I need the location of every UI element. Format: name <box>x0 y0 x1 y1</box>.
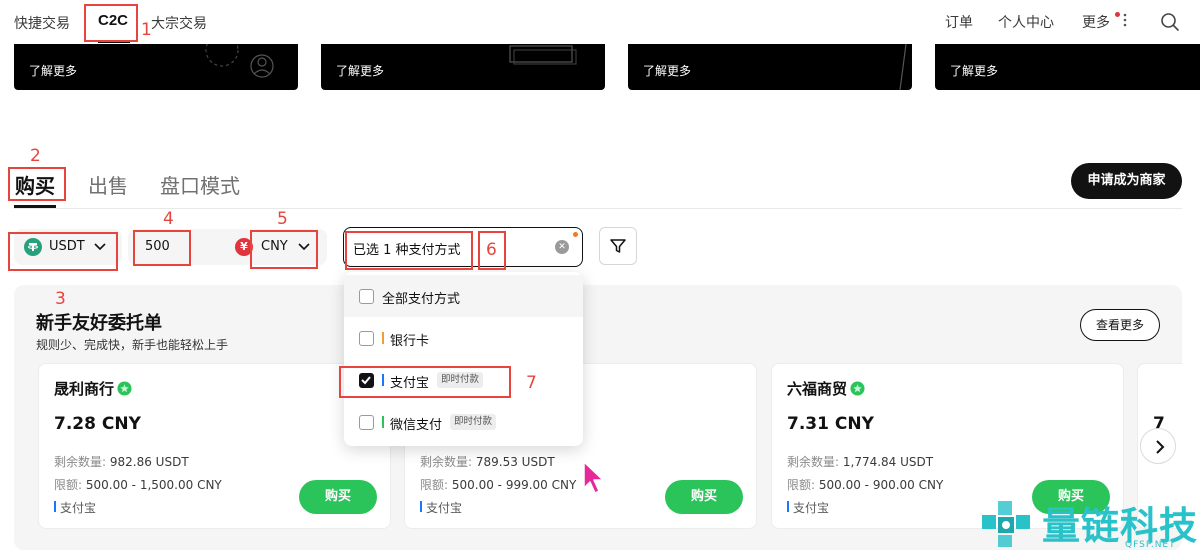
annotation-number: 2 <box>30 146 41 166</box>
annotation-number: 6 <box>486 240 497 260</box>
banner-learn-more[interactable]: 了解更多 <box>336 62 384 79</box>
decoration-icon <box>1157 44 1200 90</box>
annotation-box <box>84 4 138 42</box>
limit-label: 限额: <box>420 478 449 492</box>
qty-value: 982.86 USDT <box>109 455 189 469</box>
mouse-cursor-icon <box>583 461 604 494</box>
become-merchant-button[interactable]: 申请成为商家 <box>1071 163 1182 199</box>
carousel-next-button[interactable] <box>1140 428 1176 464</box>
method-color-bar <box>382 332 384 344</box>
annotation-box <box>250 230 318 269</box>
kebab-icon[interactable] <box>1123 12 1127 28</box>
annotation-box <box>133 230 191 266</box>
merchant-name[interactable]: 晟利商行 <box>54 378 132 399</box>
annotation-number: 3 <box>55 289 66 309</box>
remaining-qty: 剩余数量: 982.86 USDT <box>54 453 189 470</box>
verified-badge-icon <box>117 381 132 396</box>
filter-icon <box>610 239 626 253</box>
annotation-number: 7 <box>526 373 537 393</box>
limit: 限额: 500.00 - 1,500.00 CNY <box>54 476 222 493</box>
banner-learn-more[interactable]: 了解更多 <box>643 62 691 79</box>
qty-value: 1,774.84 USDT <box>842 455 934 469</box>
tab-orderbook-mode[interactable]: 盘口模式 <box>160 170 240 199</box>
qty-label: 剩余数量: <box>787 455 840 469</box>
qty-label: 剩余数量: <box>420 455 473 469</box>
screen-icon <box>509 45 577 65</box>
annotation-box <box>8 167 66 201</box>
option-label: 微信支付 <box>390 418 443 433</box>
decoration-icon <box>899 44 907 90</box>
nav-block-trade[interactable]: 大宗交易 <box>151 13 207 33</box>
verified-badge-icon <box>850 381 865 396</box>
price: 7.28 CNY <box>54 414 141 434</box>
search-icon[interactable] <box>1160 12 1180 32</box>
filter-button[interactable] <box>599 227 637 265</box>
annotation-number: 4 <box>163 209 174 229</box>
top-navigation: 快捷交易 C2C 大宗交易 订单 个人中心 更多 <box>0 0 1200 44</box>
checkbox[interactable] <box>359 289 374 304</box>
annotation-number: 1 <box>141 20 152 40</box>
buy-button[interactable]: 购买 <box>665 480 743 514</box>
clear-icon[interactable]: ✕ <box>555 240 569 254</box>
payment-method-dropdown: 全部支付方式 银行卡 支付宝 即时付款 微信支付 即时付款 <box>344 272 583 446</box>
limit: 限额: 500.00 - 999.00 CNY <box>420 476 576 493</box>
payment-option-all[interactable]: 全部支付方式 <box>344 275 583 317</box>
nav-personal-center[interactable]: 个人中心 <box>998 12 1054 32</box>
limit-value: 500.00 - 900.00 CNY <box>818 478 944 492</box>
banner-learn-more[interactable]: 了解更多 <box>29 62 77 79</box>
limit-value: 500.00 - 1,500.00 CNY <box>85 478 222 492</box>
limit-value: 500.00 - 999.00 CNY <box>451 478 577 492</box>
nav-more[interactable]: 更多 <box>1082 12 1110 32</box>
limit: 限额: 500.00 - 900.00 CNY <box>787 476 943 493</box>
watermark-subtext: QFSP.NET <box>1125 540 1176 550</box>
option-label: 银行卡 <box>390 334 430 349</box>
banner-card[interactable]: 了解更多 <box>628 44 912 90</box>
instant-pay-tag: 即时付款 <box>450 414 497 430</box>
merchant-name[interactable]: 六福商贸 <box>787 378 865 399</box>
chevron-right-icon <box>1156 440 1165 454</box>
gear-icon <box>205 44 274 78</box>
limit-label: 限额: <box>54 478 83 492</box>
qty-value: 789.53 USDT <box>475 455 555 469</box>
price: 7.31 CNY <box>787 414 874 434</box>
watermark-logo-icon <box>982 501 1030 547</box>
payment-method-label: 支付宝 <box>54 499 96 516</box>
qty-label: 剩余数量: <box>54 455 107 469</box>
indicator-dot <box>573 232 578 237</box>
payment-option-bank-card[interactable]: 银行卡 <box>344 317 583 359</box>
annotation-box <box>339 366 511 398</box>
annotation-number: 5 <box>277 209 288 229</box>
nav-quick-trade[interactable]: 快捷交易 <box>14 13 70 33</box>
section-subtitle: 规则少、完成快，新手也能轻松上手 <box>36 338 229 352</box>
merchant-name-text: 六福商贸 <box>787 380 848 398</box>
remaining-qty: 剩余数量: 789.53 USDT <box>420 453 555 470</box>
view-more-button[interactable]: 查看更多 <box>1080 309 1160 341</box>
checkbox[interactable] <box>359 415 374 430</box>
option-label: 全部支付方式 <box>382 292 461 307</box>
remaining-qty: 剩余数量: 1,774.84 USDT <box>787 453 933 470</box>
banner-card[interactable]: 了解更多 <box>321 44 605 90</box>
tab-sell[interactable]: 出售 <box>88 170 128 199</box>
payment-method-label: 支付宝 <box>420 499 462 516</box>
notification-dot <box>1115 12 1120 17</box>
checkbox[interactable] <box>359 331 374 346</box>
annotation-box <box>8 232 118 271</box>
merchant-name-text: 晟利商行 <box>54 380 115 398</box>
payment-option-wechat[interactable]: 微信支付 即时付款 <box>344 401 583 443</box>
section-title: 新手友好委托单 <box>36 313 162 334</box>
buy-button[interactable]: 购买 <box>299 480 377 514</box>
banner-card[interactable]: 了解更多 <box>14 44 298 90</box>
banner-card[interactable]: 了解更多 <box>935 44 1200 90</box>
method-color-bar <box>382 416 384 428</box>
annotation-box <box>345 231 473 270</box>
nav-orders[interactable]: 订单 <box>945 12 973 32</box>
payment-method-label: 支付宝 <box>787 499 829 516</box>
limit-label: 限额: <box>787 478 816 492</box>
divider <box>14 208 1182 209</box>
banner-learn-more[interactable]: 了解更多 <box>950 62 998 79</box>
